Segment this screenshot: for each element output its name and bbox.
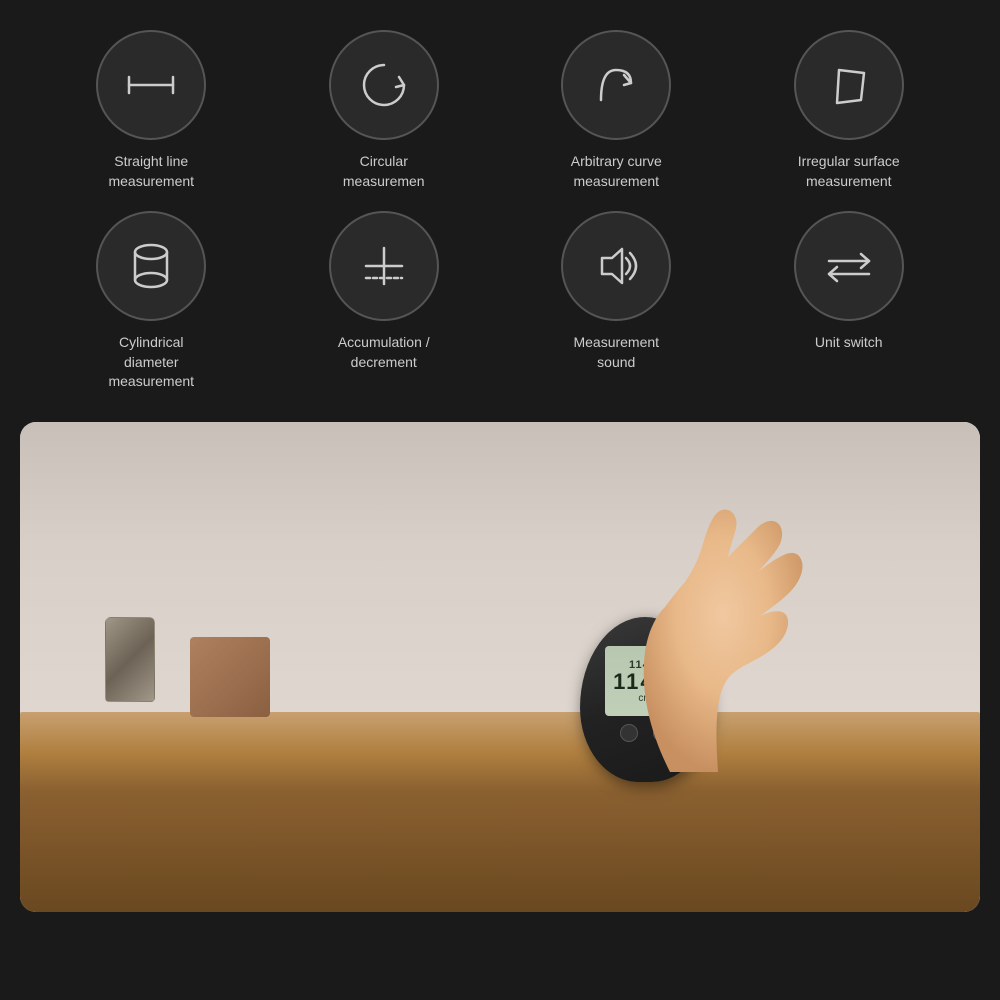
cylindrical-circle xyxy=(96,211,206,321)
hand-overlay xyxy=(590,472,850,772)
accumulation-icon xyxy=(354,236,414,296)
unit-switch-circle xyxy=(794,211,904,321)
circular-icon xyxy=(354,55,414,115)
hand-path xyxy=(644,509,803,772)
arbitrary-curve-label: Arbitrary curvemeasurement xyxy=(571,152,662,191)
sound-circle xyxy=(561,211,671,321)
circular-circle xyxy=(329,30,439,140)
irregular-surface-icon xyxy=(819,55,879,115)
feature-circular: Circularmeasuremen xyxy=(273,30,496,191)
irregular-surface-label: Irregular surfacemeasurement xyxy=(798,152,900,191)
hand-svg xyxy=(590,472,850,772)
arbitrary-curve-circle xyxy=(561,30,671,140)
floor-surface xyxy=(20,792,980,912)
straight-line-circle xyxy=(96,30,206,140)
cylindrical-icon xyxy=(121,234,181,299)
feature-accumulation: Accumulation /decrement xyxy=(273,211,496,392)
sound-icon xyxy=(586,236,646,296)
unit-switch-label: Unit switch xyxy=(815,333,883,353)
product-photo: 114.2 114.2 cm xyxy=(20,422,980,912)
feature-sound: Measurementsound xyxy=(505,211,728,392)
accumulation-label: Accumulation /decrement xyxy=(338,333,430,372)
sound-label: Measurementsound xyxy=(573,333,659,372)
unit-switch-icon xyxy=(819,236,879,296)
feature-irregular-surface: Irregular surfacemeasurement xyxy=(738,30,961,191)
straight-line-label: Straight linemeasurement xyxy=(108,152,194,191)
photo-bg: 114.2 114.2 cm xyxy=(20,422,980,912)
arbitrary-curve-icon xyxy=(586,55,646,115)
straight-line-icon xyxy=(121,65,181,105)
feature-cylindrical: Cylindricaldiametermeasurement xyxy=(40,211,263,392)
cylindrical-label: Cylindricaldiametermeasurement xyxy=(108,333,194,392)
vase-decoration xyxy=(100,617,160,717)
circular-label: Circularmeasuremen xyxy=(343,152,425,191)
features-grid: Straight linemeasurement Circularmeasure… xyxy=(0,0,1000,412)
vase-body xyxy=(105,617,155,702)
feature-unit-switch: Unit switch xyxy=(738,211,961,392)
accumulation-circle xyxy=(329,211,439,321)
feature-arbitrary-curve: Arbitrary curvemeasurement xyxy=(505,30,728,191)
feature-straight-line: Straight linemeasurement xyxy=(40,30,263,191)
box-decoration xyxy=(190,637,270,717)
irregular-surface-circle xyxy=(794,30,904,140)
page-wrapper: Straight linemeasurement Circularmeasure… xyxy=(0,0,1000,912)
